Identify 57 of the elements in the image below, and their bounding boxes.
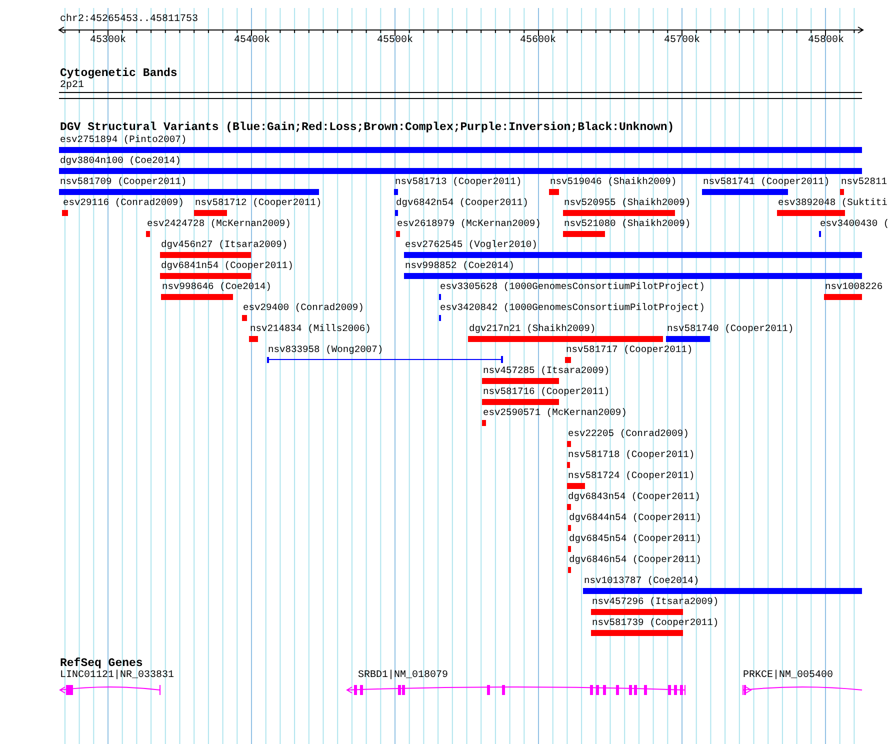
variant-label[interactable]: esv3420842 (1000GenomesConsortiumPilotProject) — [440, 302, 705, 314]
variant-label[interactable]: nsv1008226 — [825, 281, 883, 293]
variant-label[interactable]: nsv1013787 (Coe2014) — [584, 575, 700, 587]
variant-label[interactable]: nsv581716 (Cooper2011) — [483, 386, 610, 398]
variant-label[interactable]: nsv581740 (Cooper2011) — [667, 323, 794, 335]
variant-label[interactable]: nsv998646 (Coe2014) — [162, 281, 272, 293]
variant-label[interactable]: nsv457296 (Itsara2009) — [592, 596, 719, 608]
variant-label[interactable]: nsv581741 (Cooper2011) — [703, 176, 830, 188]
variant-label[interactable]: esv2762545 (Vogler2010) — [405, 239, 538, 251]
ruler-tick-label: 45500k — [376, 35, 414, 47]
variant-label[interactable]: esv22205 (Conrad2009) — [568, 428, 689, 440]
variant-label[interactable]: dgv3804n100 (Coe2014) — [60, 155, 181, 167]
variant-label[interactable]: nsv581713 (Cooper2011) — [395, 176, 522, 188]
variant-label[interactable]: esv2618979 (McKernan2009) — [397, 218, 541, 230]
variant-label[interactable]: esv2751894 (Pinto2007) — [60, 134, 187, 146]
variant-label[interactable]: nsv521080 (Shaikh2009) — [564, 218, 691, 230]
variant-label[interactable]: dgv6842n54 (Cooper2011) — [396, 197, 528, 209]
track-title: Cytogenetic Bands — [60, 67, 178, 80]
band-label: 2p21 — [60, 80, 84, 92]
variant-label[interactable]: nsv519046 (Shaikh2009) — [550, 176, 677, 188]
variant-label[interactable]: nsv581712 (Cooper2011) — [195, 197, 322, 209]
gene-label[interactable]: LINC01121|NR_033831 — [60, 670, 174, 682]
variant-label[interactable]: dgv6845n54 (Cooper2011) — [569, 533, 702, 545]
variant-label[interactable]: nsv52811 — [841, 176, 888, 188]
variant-label[interactable]: dgv217n21 (Shaikh2009) — [469, 323, 596, 335]
variant-label[interactable]: nsv581717 (Cooper2011) — [566, 344, 693, 356]
variant-label[interactable]: dgv6843n54 (Cooper2011) — [568, 491, 700, 503]
variant-label[interactable]: dgv6846n54 (Cooper2011) — [569, 554, 702, 566]
variant-label[interactable]: esv3892048 (Suktiti — [778, 197, 888, 209]
ruler-tick-label: 45400k — [232, 35, 271, 47]
gene-label[interactable]: SRBD1|NM_018079 — [358, 670, 448, 682]
track-title: RefSeq Genes — [60, 657, 143, 670]
variant-label[interactable]: esv3400430 ( — [820, 218, 890, 230]
variant-label[interactable]: nsv520955 (Shaikh2009) — [564, 197, 691, 209]
variant-label[interactable]: nsv581718 (Cooper2011) — [568, 449, 695, 461]
variant-label[interactable]: dgv456n27 (Itsara2009) — [161, 239, 288, 251]
variant-label[interactable]: nsv457285 (Itsara2009) — [483, 365, 610, 377]
variant-label[interactable]: nsv581724 (Cooper2011) — [568, 470, 695, 482]
variant-label[interactable]: esv29400 (Conrad2009) — [243, 302, 364, 314]
variant-label[interactable]: nsv998852 (Coe2014) — [405, 260, 514, 272]
ruler-tick-label: 45600k — [518, 35, 557, 47]
variant-label[interactable]: esv3305628 (1000GenomesConsortiumPilotProject) — [440, 281, 705, 293]
track-title: DGV Structural Variants (Blue:Gain;Red:Loss;Brown:Complex;Purple:Inversion;Black:Unknown) — [60, 121, 674, 134]
location-label: chr2:45265453..45811753 — [60, 14, 198, 26]
ruler-tick-label: 45700k — [662, 35, 701, 47]
ruler-tick-label: 45800k — [806, 35, 845, 47]
variant-label[interactable]: esv29116 (Conrad2009) — [63, 197, 184, 209]
variant-label[interactable]: nsv214834 (Mills2006) — [250, 323, 371, 335]
variant-label[interactable]: esv2590571 (McKernan2009) — [483, 407, 627, 419]
variant-label[interactable]: dgv6841n54 (Cooper2011) — [161, 260, 294, 272]
variant-label[interactable]: nsv581709 (Cooper2011) — [60, 176, 187, 188]
ruler-tick-label: 45300k — [88, 35, 127, 47]
gene-label[interactable]: PRKCE|NM_005400 — [743, 670, 834, 682]
variant-label[interactable]: nsv833958 (Wong2007) — [268, 344, 384, 356]
variant-label[interactable]: esv2424728 (McKernan2009) — [147, 218, 291, 230]
variant-label[interactable]: nsv581739 (Cooper2011) — [592, 617, 719, 629]
variant-label[interactable]: dgv6844n54 (Cooper2011) — [569, 512, 702, 524]
